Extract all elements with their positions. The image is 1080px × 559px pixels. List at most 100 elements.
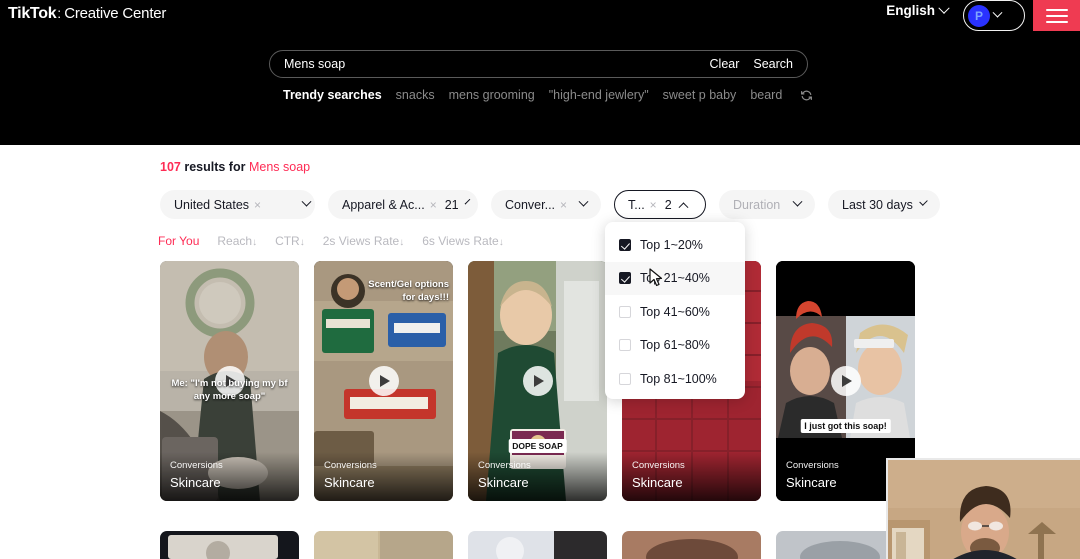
dropdown-option-top-41-60[interactable]: Top 41~60% [605,295,745,329]
search-bar[interactable]: Clear Search [269,50,808,78]
account-menu[interactable]: P [963,0,1025,31]
hamburger-icon-bar [1045,20,1068,23]
video-thumbnail [314,531,453,559]
filter-top-percentile[interactable]: T... × 2 [614,190,706,219]
card-objective: Conversions [478,460,531,471]
filter-industry-count: 21 [444,197,459,212]
video-card-grid-row2 [160,531,915,559]
search-button[interactable]: Search [746,57,807,71]
remove-icon[interactable]: × [650,198,657,212]
video-card[interactable]: DOPE SOAP Conversions Skincare [468,261,607,501]
card-footer: Conversions Skincare [160,452,299,501]
video-card[interactable]: Scent/Gel options for days!!! Conversion… [314,261,453,501]
hamburger-icon-bar [1045,8,1068,11]
trendy-chip-1[interactable]: mens grooming [449,88,535,102]
checkbox-icon[interactable] [619,238,631,251]
brand-tiktok-text: TikTok [8,5,57,22]
card-objective: Conversions [632,460,685,471]
video-card[interactable] [160,531,299,559]
refresh-icon[interactable] [800,89,813,102]
card-category: Skincare [478,475,529,490]
remove-icon[interactable]: × [430,198,437,212]
sort-2s-views-rate[interactable]: 2s Views Rate↓ [323,234,404,248]
filter-objective[interactable]: Conver... × [491,190,601,219]
video-card[interactable] [314,531,453,559]
search-input[interactable] [270,57,703,71]
card-category: Skincare [324,475,375,490]
filter-bar: United States × Apparel & Ac... × 21 Con… [160,190,940,219]
filter-date-range[interactable]: Last 30 days [828,190,940,219]
sort-2s-views-rate-label: 2s Views Rate [322,234,400,248]
video-card[interactable]: Me: "I'm not buying my bf any more soap"… [160,261,299,501]
checkbox-icon[interactable] [619,339,631,352]
card-objective: Conversions [324,460,377,471]
sort-reach[interactable]: Reach↓ [217,234,257,248]
card-footer: Conversions Skincare [622,452,761,501]
dropdown-option-label: Top 41~60% [640,304,710,319]
video-caption: Me: "I'm not buying my bf any more soap" [171,378,288,402]
page-root: TikTok : Creative Center English P Clear… [0,0,1080,559]
video-thumbnail [468,531,607,559]
sort-6s-views-rate[interactable]: 6s Views Rate↓ [422,234,503,248]
webcam-overlay [886,458,1080,559]
dropdown-option-top-81-100[interactable]: Top 81~100% [605,362,745,396]
filter-country[interactable]: United States × [160,190,315,219]
hamburger-menu-button[interactable] [1033,0,1080,31]
clear-button[interactable]: Clear [703,57,747,71]
remove-icon[interactable]: × [254,198,261,212]
filter-top-percentile-label: T... [628,197,645,212]
play-icon[interactable] [522,366,553,396]
filter-duration[interactable]: Duration [719,190,815,219]
trendy-chip-0[interactable]: snacks [396,88,435,102]
chevron-down-icon [578,196,589,207]
dropdown-option-label: Top 1~20% [640,237,703,252]
dropdown-option-top-61-80[interactable]: Top 61~80% [605,329,745,363]
results-label: results for [184,160,246,174]
sort-arrow-icon: ↓ [399,237,405,248]
chevron-down-icon [301,196,312,207]
play-icon[interactable] [368,366,399,396]
chevron-down-icon [464,198,470,205]
top-percentile-dropdown[interactable]: Top 1~20% Top 21~40% Top 41~60% Top 61~8… [605,222,745,399]
brand-separator: : [57,5,62,21]
sort-arrow-icon: ↓ [252,237,258,248]
card-category: Skincare [170,475,221,490]
video-thumbnail [622,531,761,559]
video-card[interactable] [622,531,761,559]
sort-ctr-label: CTR [275,234,300,248]
sort-bar: For You Reach↓ CTR↓ 2s Views Rate↓ 6s Vi… [158,234,504,248]
brand-creative-center-text: Creative Center [64,5,167,22]
trendy-chip-4[interactable]: beard [750,88,782,102]
remove-icon[interactable]: × [560,198,567,212]
card-footer: Conversions Skincare [468,452,607,501]
video-card-grid: Me: "I'm not buying my bf any more soap"… [160,261,915,501]
sort-arrow-icon: ↓ [498,237,504,248]
video-thumbnail [160,531,299,559]
dropdown-option-top-1-20[interactable]: Top 1~20% [605,228,745,262]
video-card[interactable] [468,531,607,559]
filter-industry[interactable]: Apparel & Ac... × 21 [328,190,478,219]
checkbox-icon[interactable] [619,372,631,385]
filter-date-range-label: Last 30 days [842,197,913,212]
trendy-chip-2[interactable]: "high-end jewlery" [549,88,649,102]
trendy-chip-3[interactable]: sweet p baby [663,88,737,102]
sort-ctr[interactable]: CTR↓ [275,234,305,248]
sort-reach-label: Reach [217,234,253,248]
play-icon[interactable] [830,366,861,396]
filter-country-label: United States [174,197,250,212]
sort-for-you[interactable]: For You [158,234,199,248]
brand-logo[interactable]: TikTok : Creative Center [8,5,166,23]
checkbox-icon[interactable] [619,272,631,285]
trendy-searches: Trendy searches snacks mens grooming "hi… [283,88,813,102]
chevron-down-icon [938,2,950,14]
checkbox-icon[interactable] [619,305,631,318]
dropdown-option-label: Top 61~80% [640,338,710,353]
video-caption: Scent/Gel options for days!!! [368,279,449,303]
dropdown-option-top-21-40[interactable]: Top 21~40% [605,261,745,295]
site-header: TikTok : Creative Center English P Clear… [0,0,1080,145]
dropdown-option-label: Top 81~100% [640,371,717,386]
sort-for-you-label: For You [158,234,200,248]
card-objective: Conversions [170,460,223,471]
results-summary: 107 results for Mens soap [160,160,310,174]
language-selector[interactable]: English [886,2,950,18]
